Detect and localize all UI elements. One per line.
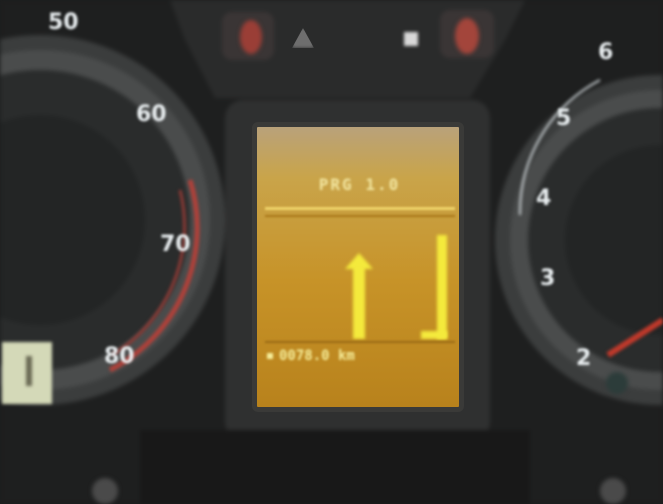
- tachometer-label: 4: [536, 186, 552, 211]
- indicator-square-icon: [404, 32, 418, 46]
- speedometer-label: 70: [160, 232, 191, 257]
- display-divider: [265, 207, 455, 210]
- distance-bar: [437, 235, 447, 339]
- display-header: PRG 1.0: [318, 175, 401, 194]
- tachometer-label: 2: [576, 346, 592, 371]
- display-divider-shadow: [265, 215, 455, 217]
- center-display: PRG 1.0 0078.0 km: [252, 122, 464, 412]
- trip-reset-knob[interactable]: [92, 478, 118, 504]
- speedometer-label: 50: [48, 10, 79, 35]
- display-divider-lower: [265, 341, 455, 343]
- left-indicator-mark: [26, 356, 32, 386]
- odometer-bullet-icon: [267, 353, 273, 359]
- speedometer-label: 80: [104, 344, 135, 369]
- tachometer-label: 3: [540, 266, 556, 291]
- warning-lamp-left: [240, 20, 262, 54]
- dial-pivot: [606, 372, 628, 394]
- warning-lamp-right: [455, 18, 479, 54]
- instrument-cluster: 50 60 70 80 6 5 4 3 2 PRG 1.0 0078.0 km: [0, 0, 663, 504]
- adjust-knob[interactable]: [600, 478, 626, 504]
- tachometer-label: 5: [556, 106, 572, 131]
- distance-bar-base: [421, 331, 447, 339]
- odometer-readout: 0078.0 km: [267, 345, 457, 367]
- trip-readout: [293, 371, 453, 389]
- odometer-value: 0078.0 km: [279, 348, 355, 364]
- speedometer-label: 60: [136, 102, 167, 127]
- tachometer-label: 6: [598, 40, 614, 65]
- arrow-shaft: [353, 265, 365, 339]
